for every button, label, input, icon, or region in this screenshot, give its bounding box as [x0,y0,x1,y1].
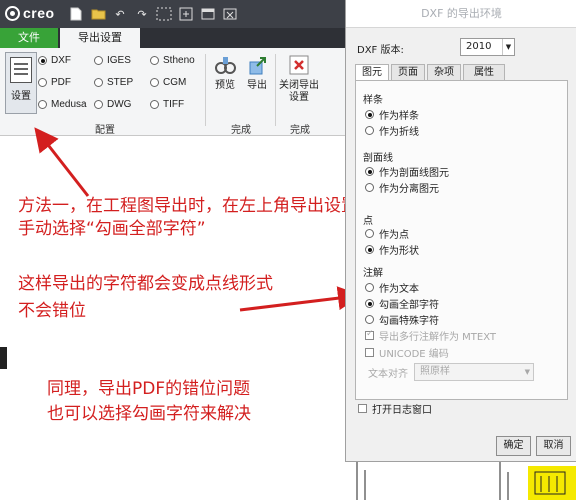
tab-entities[interactable]: 图元 [355,64,389,81]
radio[interactable] [365,167,374,176]
version-value: 2010 [466,41,492,52]
radio[interactable] [365,299,374,308]
text-align-select[interactable]: 照原样 ▼ [414,363,534,381]
section-hatch: 剖面线 [363,153,393,164]
option-outline-all-chars[interactable]: 勾画全部字符 [365,296,439,311]
radio[interactable] [365,283,374,292]
radio[interactable] [365,245,374,254]
option-as-hatch[interactable]: 作为剖面线图元 [365,164,449,179]
section-note: 注解 [363,268,383,279]
radio[interactable] [365,229,374,238]
section-spline: 样条 [363,95,383,106]
checkbox-mtext[interactable]: 导出多行注解作为 MTEXT [365,328,496,343]
checkbox[interactable] [365,348,374,357]
drawing-fragment [345,462,576,500]
ok-button[interactable]: 确定 [496,436,531,456]
option-as-spline[interactable]: 作为样条 [365,107,419,122]
chevron-down-icon[interactable]: ▼ [502,39,514,55]
text-align-label: 文本对齐 [368,368,408,380]
radio[interactable] [365,315,374,324]
version-select[interactable]: 2010 ▼ [460,38,515,56]
checkbox[interactable] [358,404,367,413]
open-log-checkbox[interactable]: 打开日志窗口 [358,401,432,416]
tab-misc[interactable]: 杂项 [427,64,461,81]
chevron-down-icon: ▼ [524,368,530,376]
dialog-title: DXF 的导出环境 [346,0,576,28]
checkbox[interactable] [365,329,374,340]
section-point: 点 [363,216,373,227]
radio[interactable] [365,183,374,192]
radio[interactable] [365,110,374,119]
version-label: DXF 版本: [357,45,404,56]
text-align-row: 文本对齐 照原样 ▼ [368,363,534,381]
option-outline-special-chars[interactable]: 勾画特殊字符 [365,312,439,327]
option-as-point[interactable]: 作为点 [365,226,409,241]
cancel-button[interactable]: 取消 [536,436,571,456]
option-as-shape[interactable]: 作为形状 [365,242,419,257]
option-as-polyline[interactable]: 作为折线 [365,123,419,138]
checkbox-unicode[interactable]: UNICODE 编码 [365,345,449,360]
option-as-separate[interactable]: 作为分离图元 [365,180,439,195]
radio[interactable] [365,126,374,135]
arrow-to-outline-chars [239,286,362,312]
option-as-text[interactable]: 作为文本 [365,280,419,295]
arrow-to-setup [34,127,90,197]
tab-attributes[interactable]: 属性 [463,64,505,81]
tab-page[interactable]: 页面 [391,64,425,81]
dxf-export-dialog: DXF 的导出环境 DXF 版本: 2010 ▼ 图元 页面 杂项 属性 样条 … [345,0,576,462]
